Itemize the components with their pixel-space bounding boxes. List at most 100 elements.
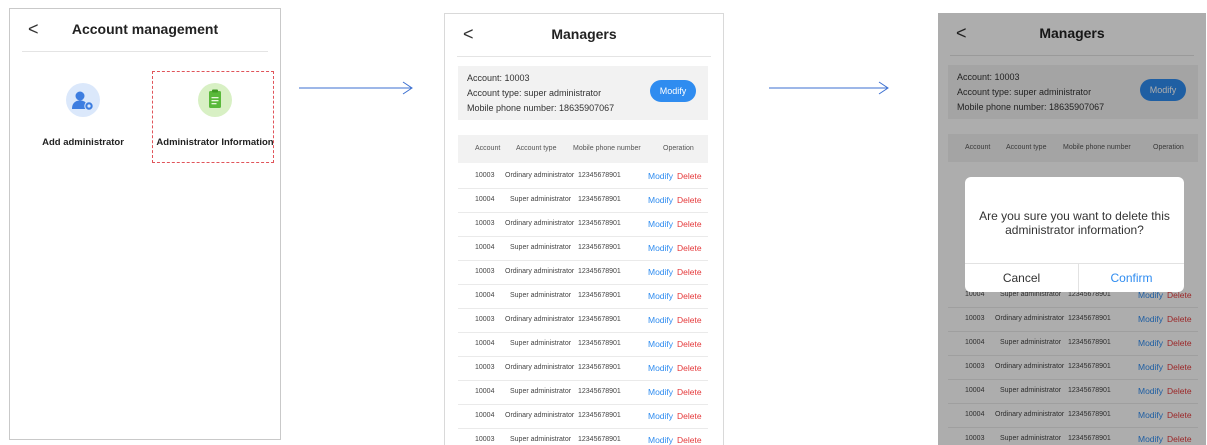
col-account-type: Account type [516, 145, 557, 152]
header: < Managers [445, 14, 723, 56]
current-account-card: Account: 10003 Account type: super admin… [458, 66, 708, 120]
row-account: 10003 [475, 364, 495, 371]
row-account-type: Super administrator [510, 292, 572, 299]
add-administrator-label: Add administrator [42, 137, 124, 148]
row-modify-button[interactable]: Modify [648, 219, 673, 229]
page-title: Managers [551, 26, 617, 42]
row-account-type: Ordinary administrator [505, 316, 575, 323]
table-header: Account Account type Mobile phone number… [458, 135, 708, 163]
cancel-button[interactable]: Cancel [965, 271, 1078, 285]
dialog-message: Are you sure you want to delete this adm… [979, 209, 1170, 237]
row-modify-button[interactable]: Modify [648, 435, 673, 445]
row-delete-button[interactable]: Delete [677, 267, 702, 277]
row-modify-button[interactable]: Modify [648, 363, 673, 373]
table-row: 10004 Super administrator 12345678901 Modif… [458, 381, 708, 405]
add-administrator-tile[interactable]: Add administrator [20, 65, 146, 165]
row-account: 10004 [475, 196, 495, 203]
row-account-type: Super administrator [510, 244, 572, 251]
row-delete-button[interactable]: Delete [677, 195, 702, 205]
row-phone: 12345678901 [578, 268, 621, 275]
row-delete-button[interactable]: Delete [677, 171, 702, 181]
col-phone: Mobile phone number [573, 145, 641, 152]
flow-arrow-right-icon [299, 81, 413, 95]
modify-account-button[interactable]: Modify [650, 80, 696, 102]
row-modify-button[interactable]: Modify [648, 195, 673, 205]
row-modify-button[interactable]: Modify [648, 315, 673, 325]
row-account-type: Super administrator [510, 436, 572, 443]
table-row: 10003 Ordinary administrator 12345678901 Mo… [458, 213, 708, 237]
row-delete-button[interactable]: Delete [677, 339, 702, 349]
table-row: 10004 Super administrator 12345678901 Modif… [458, 189, 708, 213]
row-modify-button[interactable]: Modify [648, 171, 673, 181]
account-text: Account: 10003 [467, 73, 530, 83]
row-account-type: Ordinary administrator [505, 220, 575, 227]
phone-text: Mobile phone number: 18635907067 [467, 103, 615, 113]
row-account: 10003 [475, 172, 495, 179]
row-phone: 12345678901 [578, 172, 621, 179]
dialog-divider [965, 263, 1184, 264]
row-phone: 12345678901 [578, 364, 621, 371]
table-row: 10004 Super administrator 12345678901 Modif… [458, 333, 708, 357]
row-modify-button[interactable]: Modify [648, 411, 673, 421]
row-delete-button[interactable]: Delete [677, 219, 702, 229]
row-modify-button[interactable]: Modify [648, 291, 673, 301]
row-account-type: Ordinary administrator [505, 412, 575, 419]
row-account: 10004 [475, 292, 495, 299]
managers-screen: < Managers Account: 10003 Account type: … [444, 13, 724, 445]
page-title: Account management [71, 21, 219, 37]
row-modify-button[interactable]: Modify [648, 387, 673, 397]
row-account: 10004 [475, 388, 495, 395]
row-phone: 12345678901 [578, 388, 621, 395]
row-phone: 12345678901 [578, 220, 621, 227]
row-delete-button[interactable]: Delete [677, 435, 702, 445]
delete-confirm-dialog: Are you sure you want to delete this adm… [965, 177, 1184, 292]
row-delete-button[interactable]: Delete [677, 291, 702, 301]
row-modify-button[interactable]: Modify [648, 339, 673, 349]
table-row: 10004 Super administrator 12345678901 Modif… [458, 285, 708, 309]
row-account-type: Ordinary administrator [505, 268, 575, 275]
row-phone: 12345678901 [578, 436, 621, 443]
col-account: Account [475, 145, 501, 152]
col-operation: Operation [663, 145, 694, 152]
row-account-type: Super administrator [510, 388, 572, 395]
row-account-type: Super administrator [510, 196, 572, 203]
row-phone: 12345678901 [578, 196, 621, 203]
user-settings-icon [66, 83, 100, 117]
table-row: 10003 Ordinary administrator 12345678901 Mo… [458, 261, 708, 285]
row-phone: 12345678901 [578, 340, 621, 347]
row-account: 10003 [475, 220, 495, 227]
delete-confirm-screen: < Managers Account: 10003 Account type: … [938, 13, 1206, 445]
row-modify-button[interactable]: Modify [648, 267, 673, 277]
table-row: 10003 Ordinary administrator 12345678901 Mo… [458, 165, 708, 189]
row-account: 10004 [475, 244, 495, 251]
row-account-type: Super administrator [510, 340, 572, 347]
header: < Account management [10, 9, 280, 51]
row-delete-button[interactable]: Delete [677, 243, 702, 253]
row-account-type: Ordinary administrator [505, 364, 575, 371]
account-type-text: Account type: super administrator [467, 88, 602, 98]
row-delete-button[interactable]: Delete [677, 363, 702, 373]
row-delete-button[interactable]: Delete [677, 387, 702, 397]
row-account: 10003 [475, 316, 495, 323]
row-account: 10003 [475, 436, 495, 443]
row-delete-button[interactable]: Delete [677, 411, 702, 421]
row-account-type: Ordinary administrator [505, 172, 575, 179]
table-row: 10003 Ordinary administrator 12345678901 Mo… [458, 309, 708, 333]
table-row: 10004 Super administrator 12345678901 Modif… [458, 237, 708, 261]
confirm-button[interactable]: Confirm [1079, 271, 1184, 285]
clipboard-icon [198, 83, 232, 117]
row-phone: 12345678901 [578, 244, 621, 251]
row-phone: 12345678901 [578, 412, 621, 419]
row-account: 10003 [475, 268, 495, 275]
row-delete-button[interactable]: Delete [677, 315, 702, 325]
row-phone: 12345678901 [578, 316, 621, 323]
row-account: 10004 [475, 340, 495, 347]
table-row: 10004 Ordinary administrator 12345678901 Mo… [458, 405, 708, 429]
table-row: 10003 Ordinary administrator 12345678901 Mo… [458, 357, 708, 381]
administrator-information-tile[interactable]: Administrator Information [152, 65, 278, 165]
row-modify-button[interactable]: Modify [648, 243, 673, 253]
flow-arrow-right-icon [769, 81, 889, 95]
table-row: 10003 Super administrator 12345678901 Modif… [458, 429, 708, 445]
header-divider [22, 51, 268, 52]
administrator-information-label: Administrator Information [156, 137, 274, 148]
